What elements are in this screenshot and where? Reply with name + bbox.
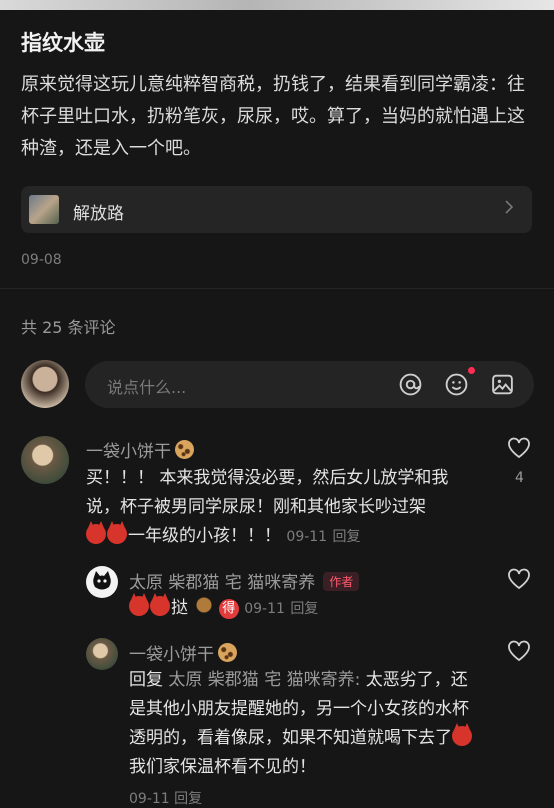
location-card[interactable]: 解放路 bbox=[21, 186, 532, 233]
devil-emoji-icon bbox=[86, 521, 106, 544]
comment-text: 挞 得 09-11 回复 bbox=[129, 593, 489, 624]
devil-emoji-icon bbox=[150, 593, 170, 616]
top-image-strip bbox=[0, 0, 554, 10]
horse-emoji-icon bbox=[193, 596, 214, 616]
devil-emoji-icon bbox=[452, 723, 472, 746]
like-count: 4 bbox=[515, 470, 524, 486]
de-badge: 得 bbox=[218, 599, 239, 619]
comment-text-part: 一年级的小孩！！！ bbox=[128, 526, 281, 546]
reply-to-user[interactable]: 太原 柴郡猫 宅 猫咪寄养: bbox=[168, 670, 360, 690]
reply-button[interactable]: 回复 bbox=[174, 791, 202, 807]
post-body: 原来觉得这玩儿意纯粹智商税，扔钱了，结果看到同学霸凌：往杯子里吐口水，扔粉笔灰，… bbox=[21, 74, 525, 159]
chevron-right-icon bbox=[504, 199, 514, 220]
heart-outline-icon[interactable] bbox=[507, 437, 531, 459]
comment-username-text: 太原 柴郡猫 宅 猫咪寄养 bbox=[129, 573, 316, 593]
comment-username[interactable]: 一袋小饼干 bbox=[129, 640, 237, 665]
author-badge: 作者 bbox=[323, 572, 360, 591]
reply-button[interactable]: 回复 bbox=[333, 529, 361, 545]
at-icon[interactable] bbox=[398, 372, 423, 397]
devil-emoji-icon bbox=[107, 521, 127, 544]
comment-date: 09-11 bbox=[244, 601, 285, 617]
comment-input-placeholder: 说点什么... bbox=[107, 378, 187, 397]
avatar[interactable] bbox=[21, 436, 69, 484]
comment-meta: 09-11 回复 bbox=[129, 788, 202, 808]
comment-text-part: 我们家保温杯看不见的！ bbox=[129, 757, 316, 777]
heart-outline-icon[interactable] bbox=[507, 640, 531, 662]
comment-username[interactable]: 太原 柴郡猫 宅 猫咪寄养 作者 bbox=[129, 568, 360, 593]
comment-text-part: 挞 bbox=[171, 598, 188, 618]
cookie-icon bbox=[218, 643, 237, 662]
post-date: 09-08 bbox=[21, 252, 62, 268]
post-title: 指纹水壶 bbox=[21, 31, 105, 55]
cookie-icon bbox=[175, 440, 194, 459]
comment-input[interactable]: 说点什么... bbox=[85, 361, 534, 408]
comment-username-text: 一袋小饼干 bbox=[86, 442, 171, 462]
comment-username-text: 一袋小饼干 bbox=[129, 645, 214, 665]
comment-count: 共 25 条评论 bbox=[21, 318, 116, 337]
heart-outline-icon[interactable] bbox=[507, 568, 531, 590]
image-icon[interactable] bbox=[490, 372, 515, 397]
location-thumbnail bbox=[29, 195, 59, 224]
reply-prefix: 回复 bbox=[129, 670, 163, 690]
location-name: 解放路 bbox=[73, 204, 124, 224]
comment-date: 09-11 bbox=[286, 529, 328, 545]
emoji-icon[interactable] bbox=[444, 372, 469, 397]
devil-emoji-icon bbox=[129, 593, 149, 616]
reply-button[interactable]: 回复 bbox=[290, 601, 318, 617]
comment-date: 09-11 bbox=[129, 791, 170, 807]
divider bbox=[0, 288, 554, 289]
comment-text-part: 买！！！ 本来我觉得没必要，然后女儿放学和我说，杯子被男同学尿尿！刚和其他家长吵… bbox=[86, 468, 449, 517]
avatar[interactable] bbox=[86, 638, 118, 670]
notification-dot bbox=[468, 367, 475, 374]
comment-username[interactable]: 一袋小饼干 bbox=[86, 437, 194, 462]
comment-text: 买！！！ 本来我觉得没必要，然后女儿放学和我说，杯子被男同学尿尿！刚和其他家长吵… bbox=[86, 464, 481, 552]
author-avatar[interactable] bbox=[86, 566, 118, 598]
comment-text: 回复 太原 柴郡猫 宅 猫咪寄养: 太恶劣了，还是其他小朋友提醒她的，另一个小女… bbox=[129, 666, 479, 782]
my-avatar[interactable] bbox=[21, 360, 69, 408]
